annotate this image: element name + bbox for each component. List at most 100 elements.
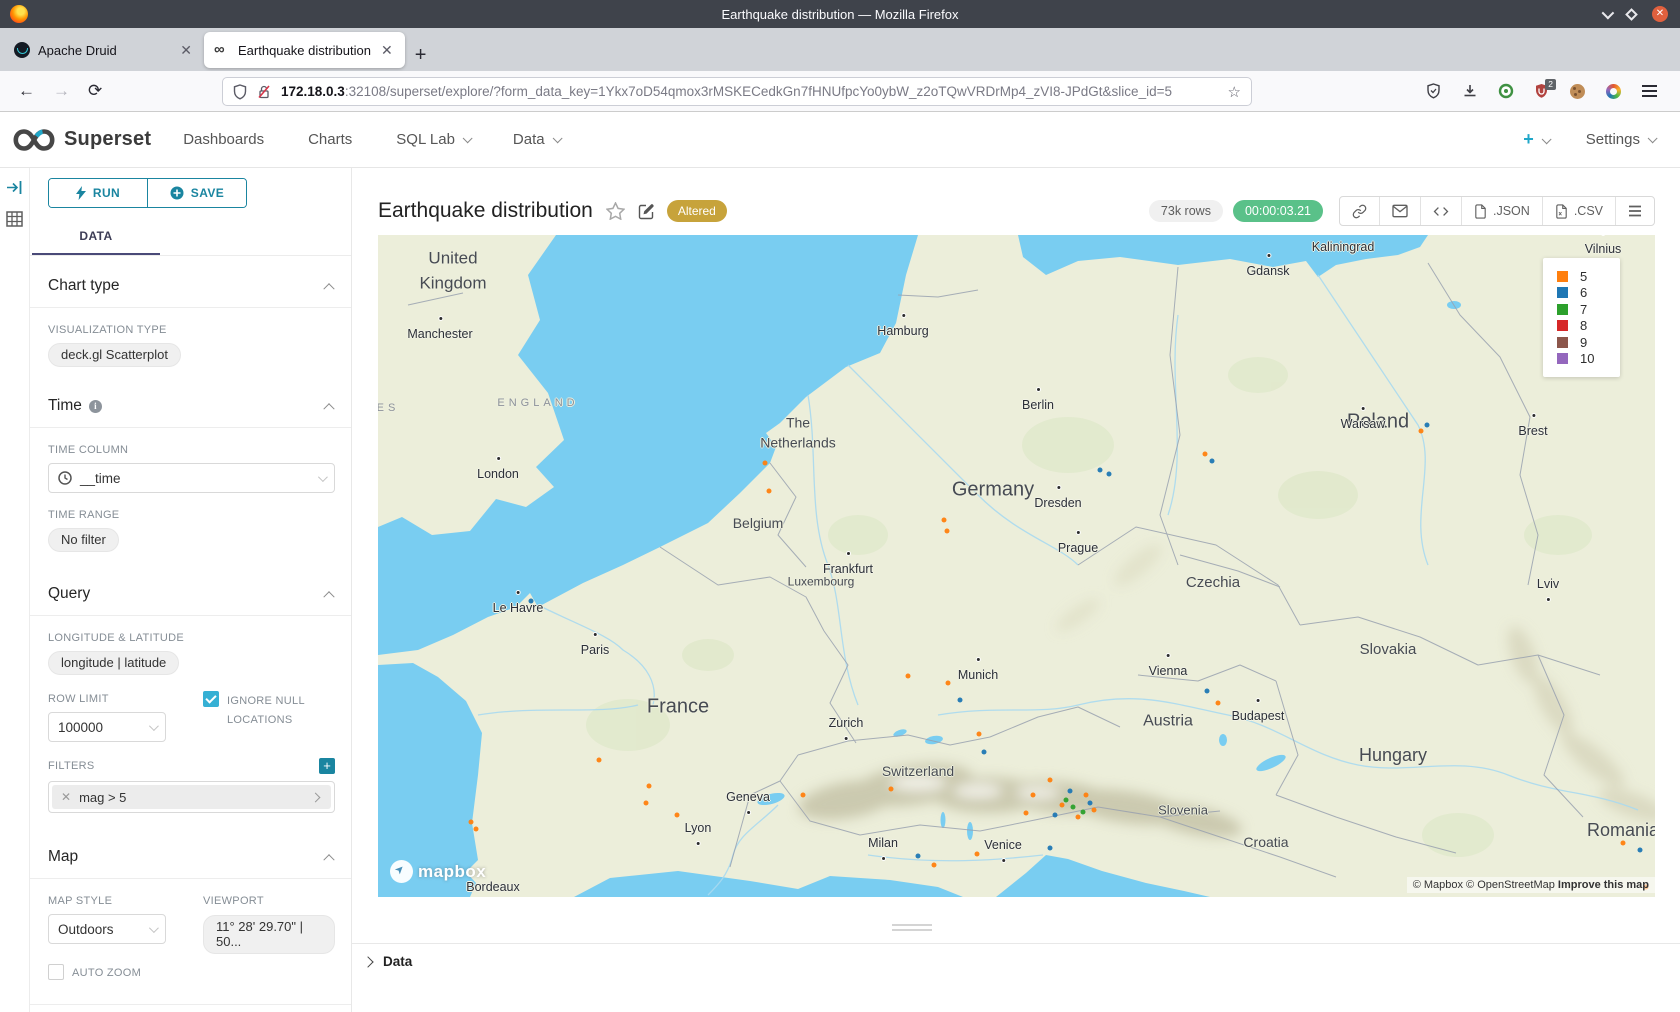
auto-zoom-checkbox[interactable] [48,964,64,980]
collapse-panel-icon[interactable] [6,180,23,195]
section-point-size[interactable]: Point Size [48,1005,335,1012]
save-button[interactable]: SAVE [147,179,246,207]
hamburger-icon [1628,205,1642,217]
remove-filter-icon[interactable]: ✕ [52,790,79,804]
nav-menu: Dashboards Charts SQL Lab Data [183,131,558,148]
url-bar[interactable]: 172.18.0.3 :32108/superset/explore/?form… [222,77,1252,106]
legend-item-6[interactable]: 6 [1557,285,1620,302]
reload-button[interactable]: ⟳ [88,81,102,101]
tab-close-icon[interactable]: ✕ [178,42,194,59]
embed-code-button[interactable] [1420,197,1461,225]
favorite-star-icon[interactable] [606,202,625,220]
viewport-value[interactable]: 11° 28' 29.70" | 50... [203,915,335,954]
insecure-lock-icon[interactable] [257,84,272,100]
chevron-up-icon [323,283,334,294]
pane-resize-handle[interactable] [892,924,932,931]
browser-tab-earthquake-distribution[interactable]: ∞ Earthquake distribution ✕ [204,32,405,68]
permissions-shield-icon[interactable] [1425,83,1442,100]
nav-item-dashboards[interactable]: Dashboards [183,131,264,148]
viz-type-value[interactable]: deck.gl Scatterplot [48,343,181,367]
lightning-icon [76,186,86,200]
window-close-icon[interactable]: ✕ [1652,6,1668,22]
tab-data[interactable]: DATA [32,220,160,255]
data-panel-toggle[interactable]: Data [364,954,412,969]
section-chart-type[interactable]: Chart type [48,256,335,307]
legend-items: 5678910 [1557,268,1620,367]
copy-link-button[interactable] [1340,197,1379,225]
nav-item-data[interactable]: Data [513,131,559,148]
legend-item-9[interactable]: 9 [1557,334,1620,351]
control-panel: RUN SAVE DATA Chart type VISUALIZATION T… [30,168,352,1012]
window-titlebar[interactable]: Earthquake distribution — Mozilla Firefo… [0,0,1680,28]
legend-item-10[interactable]: 10 [1557,351,1620,368]
time-column-select[interactable]: __time [48,463,335,493]
export-csv-button[interactable]: .CSV [1542,197,1615,225]
improve-map-link[interactable]: Improve this map [1558,879,1649,891]
altered-badge[interactable]: Altered [667,200,727,222]
section-query[interactable]: Query [48,564,335,615]
plus-circle-icon [170,186,184,200]
downloads-icon[interactable] [1461,83,1478,100]
brand-name: Superset [64,128,151,151]
row-limit-select[interactable]: 100000 [48,712,166,742]
filter-item[interactable]: ✕ mag > 5 [52,785,331,809]
chevron-up-icon [323,854,334,865]
back-button[interactable]: ← [18,81,35,101]
window-maximize-icon[interactable] [1625,8,1638,21]
filter-container: ✕ mag > 5 [48,781,335,813]
legend-item-7[interactable]: 7 [1557,301,1620,318]
lonlat-value[interactable]: longitude | latitude [48,651,179,675]
ignore-null-checkbox[interactable] [203,691,219,707]
auto-zoom-label: AUTO ZOOM [72,967,141,979]
extension-cookie-icon[interactable] [1569,83,1586,100]
map-canvas[interactable]: United KingdomENGLANDESThe NetherlandsBe… [378,235,1655,897]
window-minimize-icon[interactable] [1602,6,1615,19]
chevron-right-icon [311,792,321,802]
email-button[interactable] [1379,197,1420,225]
clock-icon [58,471,72,485]
tab-label: Apache Druid [38,43,170,58]
new-tab-button[interactable]: + [415,44,427,71]
superset-logo-icon [12,125,56,155]
browser-tabstrip: Apache Druid ✕ ∞ Earthquake distribution… [0,28,1680,71]
extension-ublock-icon[interactable]: 2 [1533,83,1550,100]
edit-title-icon[interactable] [638,203,655,220]
map-style-select[interactable]: Outdoors [48,914,166,944]
superset-brand[interactable]: Superset [12,125,151,155]
filter-expression: mag > 5 [79,790,312,805]
add-filter-button[interactable]: + [319,758,335,774]
bookmark-star-icon[interactable]: ☆ [1228,83,1241,101]
legend-swatch-icon [1557,337,1568,348]
window-title: Earthquake distribution — Mozilla Firefo… [0,7,1680,22]
attribution-links[interactable]: © Mapbox © OpenStreetMap [1413,879,1558,891]
nav-item-charts[interactable]: Charts [308,131,352,148]
new-item-button[interactable]: + [1523,129,1548,150]
tracking-protection-icon[interactable] [233,84,248,100]
dataset-grid-icon[interactable] [6,211,23,227]
extension-privacy-icon[interactable] [1497,83,1514,100]
forward-button[interactable]: → [53,81,70,101]
browser-tab-apache-druid[interactable]: Apache Druid ✕ [4,32,204,68]
mapbox-logo[interactable]: mapbox [390,860,486,883]
browser-menu-icon[interactable] [1641,83,1658,100]
row-limit-label: ROW LIMIT [48,693,203,705]
section-map[interactable]: Map [48,827,335,878]
ublock-badge: 2 [1545,79,1556,90]
data-panel-label: Data [383,954,412,969]
chevron-up-icon [323,591,334,602]
legend-item-8[interactable]: 8 [1557,318,1620,335]
chevron-up-icon [323,403,334,414]
legend-item-5[interactable]: 5 [1557,268,1620,285]
tab-close-icon[interactable]: ✕ [379,42,395,59]
chart-menu-button[interactable] [1615,197,1654,225]
settings-menu[interactable]: Settings [1586,131,1654,148]
run-button[interactable]: RUN [49,179,147,207]
map-legend: 5678910 [1543,258,1620,377]
ignore-null-label: IGNORE NULLLOCATIONS [227,692,305,729]
extension-pinwheel-icon[interactable] [1605,83,1622,100]
section-time[interactable]: Timei [48,376,335,427]
nav-item-sql-lab[interactable]: SQL Lab [396,131,469,148]
export-json-button[interactable]: .JSON [1461,197,1542,225]
time-range-value[interactable]: No filter [48,528,119,552]
map-attribution: © Mapbox © OpenStreetMap Improve this ma… [1407,877,1655,893]
